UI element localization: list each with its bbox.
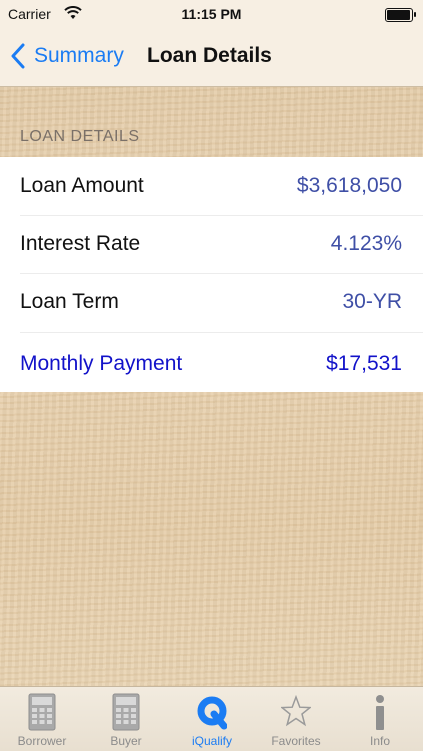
row-label: Loan Term	[20, 290, 119, 313]
calculator-icon	[28, 693, 56, 731]
tab-bar: Borrower Buyer iQualify Favorites Info	[0, 686, 423, 751]
divider	[20, 332, 423, 333]
back-button[interactable]: Summary	[10, 40, 124, 72]
loan-details-table: Loan Amount $3,618,050 Interest Rate 4.1…	[0, 157, 423, 392]
status-time: 11:15 PM	[181, 6, 242, 22]
calculator-icon	[112, 693, 140, 731]
row-value: 4.123%	[330, 232, 402, 255]
top-bar: Carrier 11:15 PM Summary Loan Details	[0, 0, 423, 87]
row-label: Loan Amount	[20, 174, 144, 197]
tab-label: Buyer	[110, 734, 142, 748]
battery-fill	[387, 10, 410, 20]
row-value: 30-YR	[342, 290, 402, 313]
chevron-left-icon	[11, 43, 25, 69]
tab-buyer[interactable]: Buyer	[84, 687, 168, 751]
status-bar: Carrier 11:15 PM	[0, 0, 423, 28]
star-icon	[281, 694, 311, 727]
row-loan-term[interactable]: Loan Term 30-YR	[0, 273, 423, 331]
tab-label: Info	[369, 734, 390, 748]
tab-info[interactable]: Info	[338, 687, 422, 751]
battery-icon	[385, 8, 416, 22]
navigation-bar: Summary Loan Details	[0, 28, 423, 86]
q-logo-icon	[197, 696, 227, 730]
row-monthly-payment[interactable]: Monthly Payment $17,531	[0, 335, 423, 393]
row-value: $3,618,050	[296, 174, 402, 197]
info-icon	[376, 695, 384, 730]
tab-label: Favorites	[271, 734, 321, 748]
tab-iqualify[interactable]: iQualify	[170, 687, 254, 751]
tab-label: iQualify	[191, 734, 232, 748]
row-loan-amount[interactable]: Loan Amount $3,618,050	[0, 157, 423, 215]
row-interest-rate[interactable]: Interest Rate 4.123%	[0, 215, 423, 273]
row-label: Interest Rate	[20, 232, 141, 255]
tab-label: Borrower	[17, 734, 67, 748]
row-label: Monthly Payment	[20, 352, 183, 375]
section-header: LOAN DETAILS	[20, 128, 140, 145]
tab-favorites[interactable]: Favorites	[254, 687, 338, 751]
back-label: Summary	[34, 44, 124, 67]
row-value: $17,531	[326, 352, 402, 375]
tab-borrower[interactable]: Borrower	[0, 687, 84, 751]
page-title: Loan Details	[147, 44, 272, 67]
